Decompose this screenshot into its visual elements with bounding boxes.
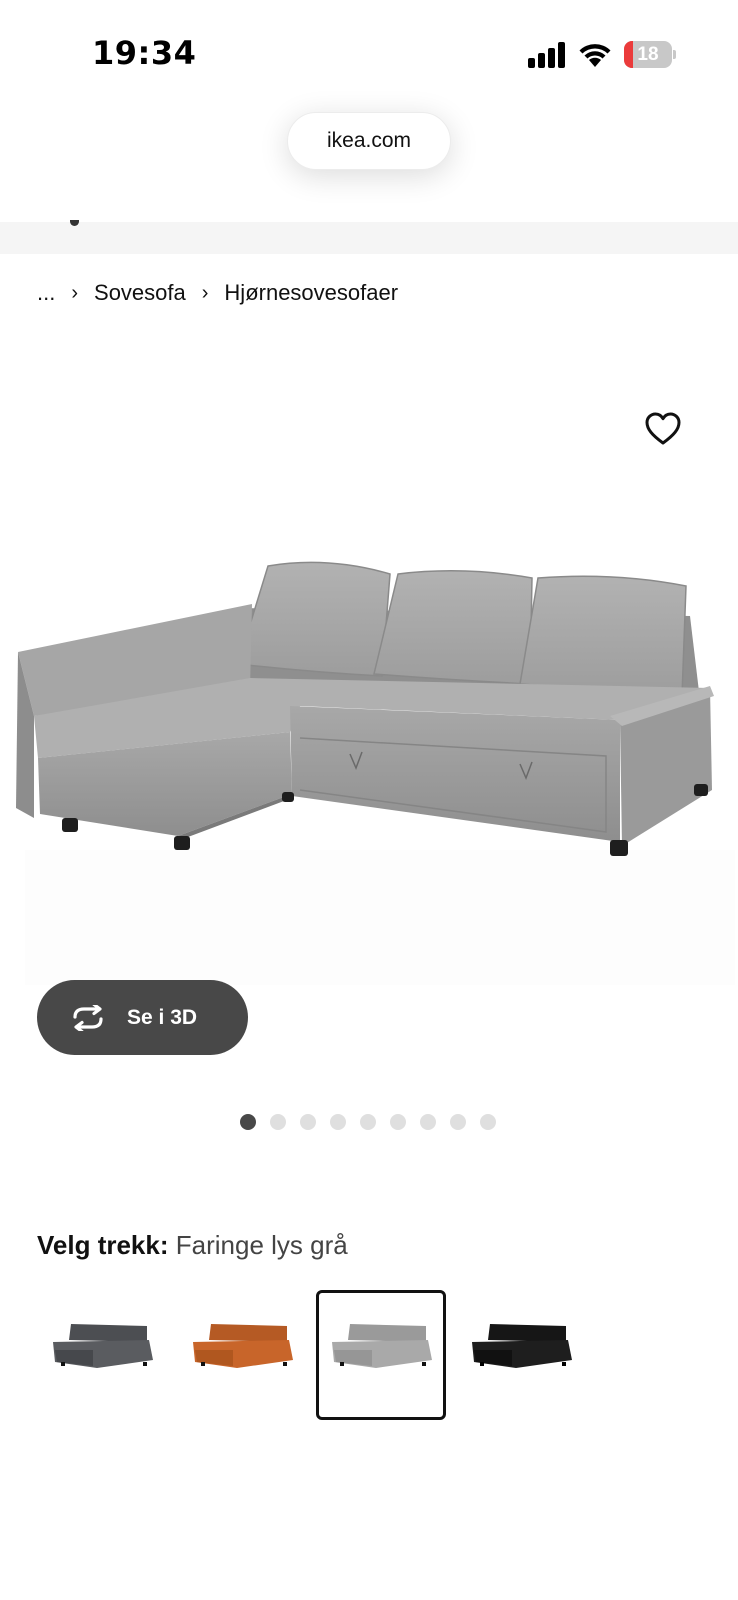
carousel-dot[interactable] [240, 1114, 256, 1130]
image-carousel-dots [240, 1114, 510, 1132]
breadcrumb-item-sovesofa[interactable]: Sovesofa [94, 280, 186, 306]
carousel-dot[interactable] [270, 1114, 286, 1130]
carousel-dot[interactable] [360, 1114, 376, 1130]
swatch-black[interactable] [456, 1290, 586, 1420]
carousel-dot[interactable] [480, 1114, 496, 1130]
product-image[interactable] [10, 560, 730, 890]
carousel-dot[interactable] [300, 1114, 316, 1130]
swatch-orange[interactable] [177, 1290, 307, 1420]
cover-label-heading: Velg trekk: [37, 1230, 169, 1260]
carousel-dot[interactable] [420, 1114, 436, 1130]
breadcrumb-ellipsis[interactable]: ... [37, 280, 55, 306]
cover-swatches [37, 1290, 597, 1422]
header-strip [0, 222, 738, 254]
carousel-dot[interactable] [390, 1114, 406, 1130]
cover-selected-value: Faringe lys grå [175, 1230, 348, 1260]
heart-outline-icon[interactable] [644, 410, 682, 448]
swatch-dark-grey[interactable] [37, 1290, 167, 1420]
breadcrumb-separator: › [201, 281, 209, 304]
status-time: 19:34 [92, 34, 197, 72]
status-bar: 19:34 18 [0, 0, 738, 110]
address-bar[interactable]: ikea.com [287, 112, 451, 170]
view-3d-label: Se i 3D [127, 1005, 198, 1029]
swatch-light-grey-selected[interactable] [316, 1290, 446, 1420]
carousel-dot[interactable] [450, 1114, 466, 1130]
battery-percentage: 18 [637, 44, 659, 65]
breadcrumb-separator: › [71, 281, 79, 304]
breadcrumb-item-hjornesovesofaer[interactable]: Hjørnesovesofaer [224, 280, 398, 306]
breadcrumb: ... › Sovesofa › Hjørnesovesofaer [37, 276, 398, 310]
cover-selection-label: Velg trekk: Faringe lys grå [37, 1230, 348, 1261]
carousel-dot[interactable] [330, 1114, 346, 1130]
rotate-arrows-icon [73, 1004, 103, 1031]
cellular-signal-icon [528, 42, 568, 68]
battery-icon: 18 [624, 41, 676, 68]
wifi-icon [579, 44, 611, 67]
view-3d-button[interactable]: Se i 3D [37, 980, 248, 1055]
